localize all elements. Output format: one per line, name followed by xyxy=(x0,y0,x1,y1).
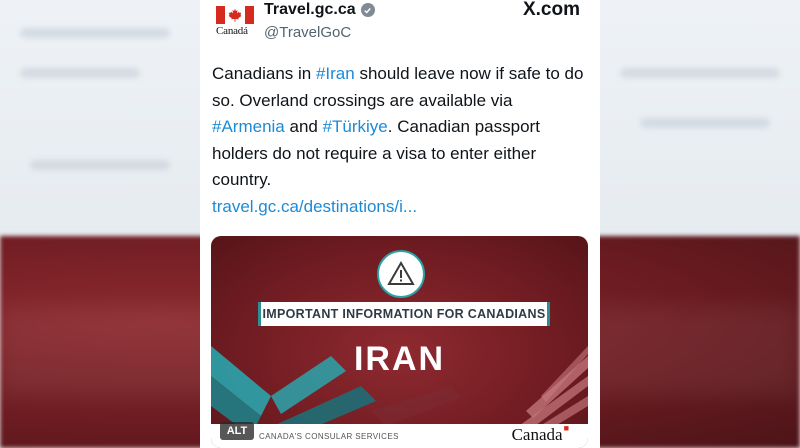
blurred-bar xyxy=(620,68,780,78)
canada-flag-icon xyxy=(216,6,254,24)
account-logo[interactable]: Canadá xyxy=(216,6,254,37)
country-title: IRAN xyxy=(353,340,446,378)
verified-badge-icon xyxy=(360,3,375,17)
blurred-bar xyxy=(30,160,170,170)
blurred-bar xyxy=(640,118,770,128)
tweet-card: Canadá Travel.gc.ca @TravelGoC X.com Can… xyxy=(200,0,600,448)
important-info-banner: IMPORTANT INFORMATION FOR CANADIANS xyxy=(258,302,550,326)
canada-wordmark: Canada■ xyxy=(511,423,569,445)
account-name-row[interactable]: Travel.gc.ca xyxy=(264,0,375,20)
canada-wordmark-text: Canada xyxy=(511,425,563,444)
blurred-bar xyxy=(20,28,170,38)
blurred-bar xyxy=(20,68,140,78)
tweet-text: Canadians in #Iran should leave now if s… xyxy=(212,61,587,220)
hashtag-link[interactable]: #Armenia xyxy=(212,117,285,136)
warning-icon-badge xyxy=(377,250,425,298)
banner-text: IMPORTANT INFORMATION FOR CANADIANS xyxy=(262,307,546,321)
account-handle[interactable]: @TravelGoC xyxy=(264,24,375,41)
tweet-media-image[interactable]: IMPORTANT INFORMATION FOR CANADIANS IRAN… xyxy=(211,236,588,448)
tweet-url-link[interactable]: travel.gc.ca/destinations/i... xyxy=(212,197,417,216)
site-brand: X.com xyxy=(522,0,580,20)
hashtag-link[interactable]: #Türkiye xyxy=(323,117,388,136)
logo-wordmark: Canadá xyxy=(216,25,248,37)
account-display-name[interactable]: Travel.gc.ca xyxy=(264,0,356,20)
warning-icon xyxy=(387,260,415,285)
media-footer: CANADA'S CONSULAR SERVICES Canada■ xyxy=(211,423,588,448)
consular-services-label: CANADA'S CONSULAR SERVICES xyxy=(259,432,399,441)
flag-mark-icon: ■ xyxy=(563,423,569,433)
tweet-text-segment: Canadians in xyxy=(212,64,316,83)
alt-text-button[interactable]: ALT xyxy=(220,422,254,440)
hashtag-link[interactable]: #Iran xyxy=(316,64,355,83)
tweet-text-segment: and xyxy=(284,117,323,136)
account-header: Travel.gc.ca @TravelGoC xyxy=(264,0,375,41)
